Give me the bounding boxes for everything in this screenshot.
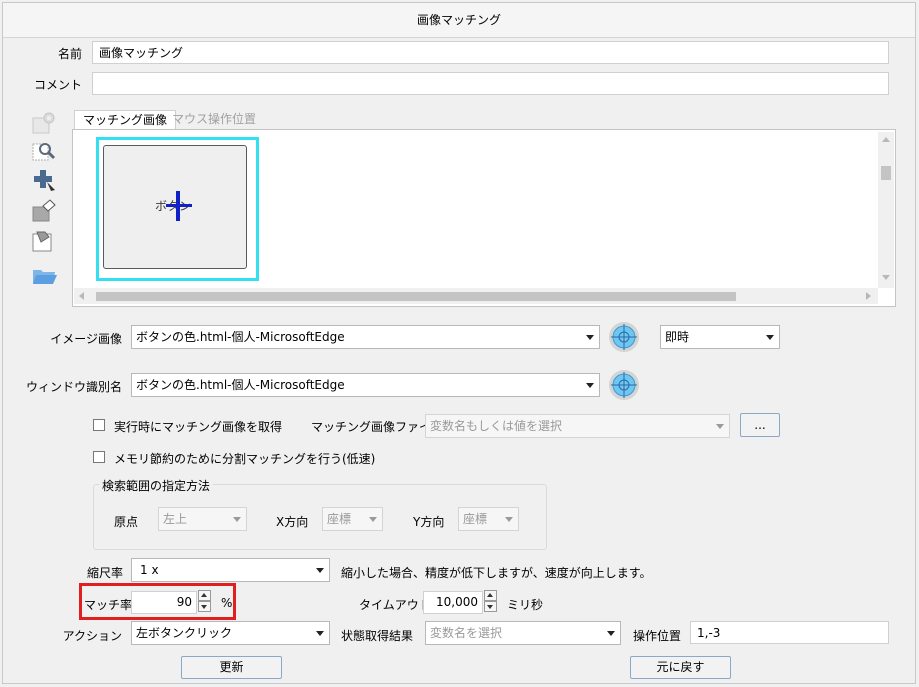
timeout-up-icon[interactable] bbox=[484, 590, 497, 601]
comment-label: コメント bbox=[33, 78, 82, 92]
scale-label: 縮尺率 bbox=[87, 566, 124, 580]
state-result-placeholder: 変数名を選択 bbox=[430, 626, 503, 640]
match-rate-down-icon[interactable] bbox=[198, 601, 211, 612]
target-icon[interactable] bbox=[607, 368, 641, 402]
capture-checkbox-label: 実行時にマッチング画像を取得 bbox=[114, 420, 283, 434]
timing-select[interactable]: 即時 bbox=[660, 325, 780, 349]
scroll-left-icon[interactable] bbox=[79, 292, 84, 300]
state-result-select[interactable]: 変数名を選択 bbox=[425, 621, 621, 645]
folder-icon[interactable] bbox=[31, 262, 57, 288]
browse-button[interactable]: ... bbox=[740, 413, 780, 437]
scale-select[interactable]: 1 x bbox=[131, 558, 330, 582]
paint-icon[interactable] bbox=[31, 198, 57, 224]
y-direction-select-value: 座標 bbox=[463, 512, 488, 526]
image-label: イメージ画像 bbox=[50, 332, 122, 346]
match-rate-up-icon[interactable] bbox=[198, 590, 211, 601]
y-direction-select[interactable]: 座標 bbox=[458, 507, 519, 531]
chevron-down-icon bbox=[316, 631, 324, 636]
match-rate-label: マッチ率 bbox=[84, 598, 133, 612]
chevron-down-icon bbox=[607, 631, 615, 636]
capture-checkbox[interactable] bbox=[93, 419, 105, 431]
vertical-scroll-thumb[interactable] bbox=[881, 166, 891, 180]
timeout-input[interactable]: 10,000 bbox=[423, 591, 483, 614]
timeout-unit: ミリ秒 bbox=[507, 598, 544, 612]
x-direction-select-value: 座標 bbox=[327, 512, 352, 526]
origin-select-value: 左上 bbox=[163, 512, 188, 526]
chevron-down-icon bbox=[505, 517, 513, 522]
image-file-label: マッチング画像ファイル bbox=[311, 420, 444, 434]
x-direction-label: X方向 bbox=[276, 515, 309, 529]
timeout-label: タイムアウト bbox=[359, 598, 431, 612]
chevron-down-icon bbox=[316, 568, 324, 573]
chevron-down-icon bbox=[586, 335, 594, 340]
tab-mouse-position[interactable]: マウス操作位置 bbox=[164, 110, 264, 130]
origin-label: 原点 bbox=[114, 515, 139, 529]
chevron-down-icon bbox=[369, 517, 377, 522]
image-file-select[interactable]: 変数名もしくは値を選択 bbox=[425, 414, 730, 438]
position-field[interactable] bbox=[690, 621, 889, 644]
x-direction-select[interactable]: 座標 bbox=[322, 507, 383, 531]
revert-button[interactable]: 元に戻す bbox=[630, 656, 731, 679]
clear-icon[interactable] bbox=[31, 228, 57, 254]
timeout-down-icon[interactable] bbox=[484, 601, 497, 612]
scroll-down-icon[interactable] bbox=[882, 275, 890, 280]
search-range-title: 検索範囲の指定方法 bbox=[99, 477, 214, 494]
window-id-label: ウィンドウ識別名 bbox=[25, 380, 122, 394]
target-cross-icon[interactable] bbox=[164, 190, 194, 222]
chevron-down-icon bbox=[716, 424, 724, 429]
split-matching-label: メモリ節約のために分割マッチングを行う(低速) bbox=[114, 452, 376, 466]
chevron-down-icon bbox=[233, 517, 241, 522]
origin-select[interactable]: 左上 bbox=[158, 507, 247, 531]
update-button[interactable]: 更新 bbox=[181, 656, 282, 679]
window-id-select-value: ボタンの色.html-個人-MicrosoftEdge bbox=[136, 378, 345, 392]
timing-select-value: 即時 bbox=[665, 330, 690, 344]
position-label: 操作位置 bbox=[633, 629, 682, 643]
vertical-scrollbar[interactable] bbox=[878, 132, 894, 288]
scale-note: 縮小した場合、精度が低下しますが、速度が向上します。 bbox=[341, 566, 652, 580]
match-rate-unit: % bbox=[221, 596, 233, 610]
image-select[interactable]: ボタンの色.html-個人-MicrosoftEdge bbox=[131, 325, 600, 349]
crosshair-icon[interactable] bbox=[31, 168, 57, 194]
window-id-select[interactable]: ボタンの色.html-個人-MicrosoftEdge bbox=[131, 373, 600, 397]
name-label: 名前 bbox=[57, 47, 82, 61]
target-icon[interactable] bbox=[607, 320, 641, 354]
scroll-right-icon[interactable] bbox=[866, 292, 871, 300]
comment-field[interactable] bbox=[92, 72, 889, 95]
action-label: アクション bbox=[62, 629, 122, 643]
window-title: 画像マッチング bbox=[3, 3, 915, 38]
chevron-down-icon bbox=[766, 335, 774, 340]
gear-icon[interactable] bbox=[31, 110, 57, 136]
image-file-placeholder: 変数名もしくは値を選択 bbox=[430, 419, 563, 433]
action-select-value: 左ボタンクリック bbox=[136, 626, 233, 640]
y-direction-label: Y方向 bbox=[413, 515, 445, 529]
name-field[interactable] bbox=[92, 41, 889, 64]
scale-select-value: 1 x bbox=[140, 563, 159, 577]
image-select-value: ボタンの色.html-個人-MicrosoftEdge bbox=[136, 330, 345, 344]
match-rate-input[interactable]: 90 bbox=[131, 591, 197, 614]
scroll-up-icon[interactable] bbox=[882, 137, 890, 142]
tab-matching-image[interactable]: マッチング画像 bbox=[74, 110, 177, 131]
action-select[interactable]: 左ボタンクリック bbox=[131, 621, 330, 645]
zoom-icon[interactable] bbox=[31, 138, 57, 164]
chevron-down-icon bbox=[586, 383, 594, 388]
split-matching-checkbox[interactable] bbox=[93, 451, 105, 463]
state-result-label: 状態取得結果 bbox=[341, 629, 414, 643]
horizontal-scroll-thumb[interactable] bbox=[96, 292, 736, 301]
